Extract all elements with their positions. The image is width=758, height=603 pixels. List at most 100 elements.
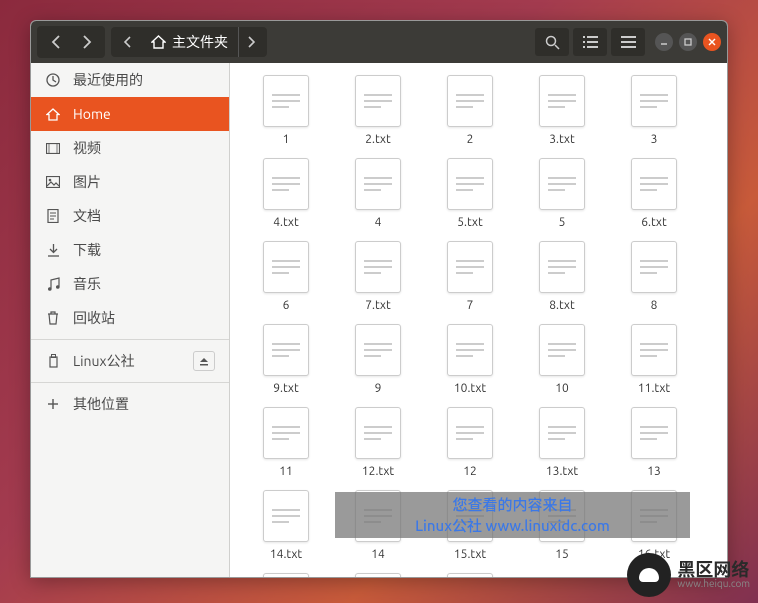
- file-label: 9: [375, 382, 382, 395]
- file-item[interactable]: 3: [608, 75, 700, 146]
- file-item[interactable]: 13.txt: [516, 407, 608, 478]
- home-icon: [45, 108, 61, 121]
- file-item[interactable]: 11.txt: [608, 324, 700, 395]
- file-label: 14: [371, 548, 385, 561]
- text-file-icon: [355, 407, 401, 459]
- file-item[interactable]: 2.txt: [332, 75, 424, 146]
- maximize-button[interactable]: [679, 33, 697, 51]
- file-item[interactable]: 6.txt: [608, 158, 700, 229]
- path-label: 主文件夹: [172, 32, 228, 52]
- file-label: 2.txt: [365, 133, 390, 146]
- text-file-icon: [631, 324, 677, 376]
- file-item[interactable]: 1: [240, 75, 332, 146]
- image-icon: [45, 176, 61, 188]
- sidebar-item-home[interactable]: Home: [31, 97, 229, 131]
- file-item[interactable]: 13: [608, 407, 700, 478]
- text-file-icon: [447, 573, 493, 577]
- music-icon: [45, 277, 61, 291]
- sidebar-item-recent[interactable]: 最近使用的: [31, 63, 229, 97]
- file-item[interactable]: 12.txt: [332, 407, 424, 478]
- sidebar-item-label: 文档: [73, 206, 101, 226]
- file-label: 12.txt: [362, 465, 394, 478]
- sidebar-item-documents[interactable]: 文档: [31, 199, 229, 233]
- file-label: 10.txt: [454, 382, 486, 395]
- text-file-icon: [539, 158, 585, 210]
- text-file-icon: [447, 407, 493, 459]
- sidebar-separator: [31, 339, 229, 340]
- text-file-icon: [539, 241, 585, 293]
- text-file-icon: [539, 407, 585, 459]
- file-label: 5: [559, 216, 566, 229]
- video-icon: [45, 143, 61, 154]
- sidebar-item-downloads[interactable]: 下载: [31, 233, 229, 267]
- nav-buttons: [37, 26, 105, 58]
- file-label: 11: [279, 465, 293, 478]
- back-button[interactable]: [39, 28, 71, 56]
- file-item[interactable]: 7: [424, 241, 516, 312]
- file-item[interactable]: 6: [240, 241, 332, 312]
- forward-button[interactable]: [71, 28, 103, 56]
- sidebar-item-label: Home: [73, 106, 111, 122]
- file-item[interactable]: 10.txt: [424, 324, 516, 395]
- breadcrumb[interactable]: 主文件夹: [111, 27, 267, 57]
- file-label: 6: [283, 299, 290, 312]
- file-item[interactable]: 17.txt: [332, 573, 424, 577]
- text-file-icon: [447, 241, 493, 293]
- brand-name: 黑区网络: [677, 561, 750, 579]
- sidebar-item-trash[interactable]: 回收站: [31, 301, 229, 335]
- file-label: 6.txt: [641, 216, 666, 229]
- path-segment-home[interactable]: 主文件夹: [141, 27, 239, 57]
- file-item[interactable]: 2: [424, 75, 516, 146]
- file-item[interactable]: 5.txt: [424, 158, 516, 229]
- file-item[interactable]: 4.txt: [240, 158, 332, 229]
- file-item[interactable]: 9: [332, 324, 424, 395]
- file-item[interactable]: 8: [608, 241, 700, 312]
- text-file-icon: [263, 407, 309, 459]
- sidebar-item-other-locations[interactable]: 其他位置: [31, 387, 229, 421]
- close-button[interactable]: [703, 33, 721, 51]
- sidebar-item-label: 其他位置: [73, 394, 129, 414]
- file-label: 15: [555, 548, 569, 561]
- watermark-line2: Linux公社 www.linuxidc.com: [415, 515, 610, 536]
- file-label: 9.txt: [273, 382, 298, 395]
- file-item[interactable]: 8.txt: [516, 241, 608, 312]
- text-file-icon: [447, 324, 493, 376]
- path-back-icon[interactable]: [113, 36, 141, 48]
- minimize-button[interactable]: [655, 33, 673, 51]
- file-label: 4: [375, 216, 382, 229]
- text-file-icon: [447, 75, 493, 127]
- sidebar-item-label: 图片: [73, 172, 101, 192]
- hamburger-menu-button[interactable]: [611, 28, 645, 56]
- document-icon: [45, 209, 61, 223]
- text-file-icon: [631, 75, 677, 127]
- file-item[interactable]: 11: [240, 407, 332, 478]
- sidebar-item-label: 音乐: [73, 274, 101, 294]
- text-file-icon: [355, 75, 401, 127]
- file-item[interactable]: 10: [516, 324, 608, 395]
- file-item[interactable]: 9.txt: [240, 324, 332, 395]
- file-item[interactable]: 17: [424, 573, 516, 577]
- file-item[interactable]: 12: [424, 407, 516, 478]
- file-item[interactable]: 4: [332, 158, 424, 229]
- file-item[interactable]: 7.txt: [332, 241, 424, 312]
- file-label: 15.txt: [454, 548, 486, 561]
- eject-button[interactable]: [193, 351, 215, 371]
- search-button[interactable]: [535, 28, 569, 56]
- file-item[interactable]: 3.txt: [516, 75, 608, 146]
- sidebar-device-usb[interactable]: Linux公社: [31, 344, 229, 378]
- file-label: 14.txt: [270, 548, 302, 561]
- file-item[interactable]: 14.txt: [240, 490, 332, 561]
- sidebar-item-videos[interactable]: 视频: [31, 131, 229, 165]
- view-list-button[interactable]: [573, 28, 607, 56]
- path-expand-icon[interactable]: [239, 36, 265, 48]
- file-label: 8.txt: [549, 299, 574, 312]
- text-file-icon: [263, 324, 309, 376]
- sidebar-item-music[interactable]: 音乐: [31, 267, 229, 301]
- text-file-icon: [355, 241, 401, 293]
- file-item[interactable]: 16: [240, 573, 332, 577]
- sidebar-item-pictures[interactable]: 图片: [31, 165, 229, 199]
- text-file-icon: [263, 158, 309, 210]
- text-file-icon: [355, 324, 401, 376]
- text-file-icon: [539, 324, 585, 376]
- file-item[interactable]: 5: [516, 158, 608, 229]
